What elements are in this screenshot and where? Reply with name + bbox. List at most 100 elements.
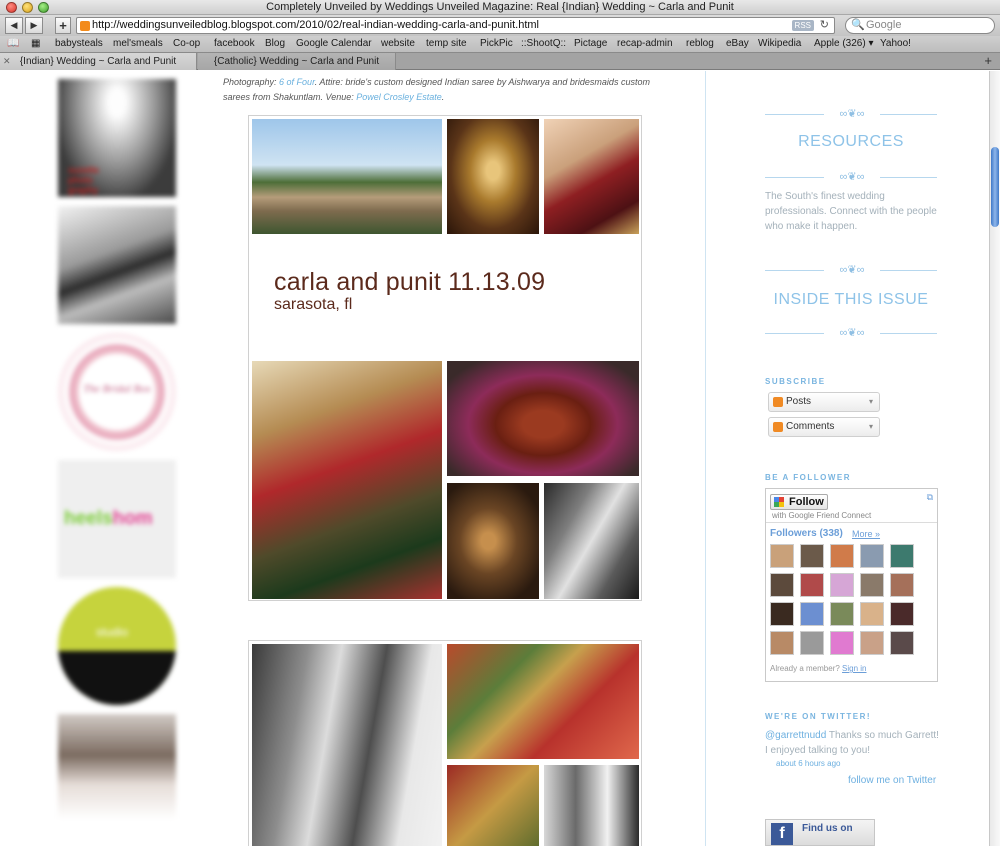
comments-label: Comments [786, 421, 835, 432]
avatar[interactable] [890, 631, 914, 655]
back-button[interactable]: ◀ [5, 17, 23, 34]
avatar[interactable] [860, 631, 884, 655]
couple-portrait-photo [252, 361, 442, 599]
bookmark-item[interactable]: ::ShootQ:: [521, 36, 566, 52]
add-bookmark-button[interactable]: + [55, 17, 71, 34]
venue-link[interactable]: Powel Crosley Estate [356, 92, 442, 102]
toolbar: ◀ ▶ + http://weddingsunveiledblog.blogsp… [0, 15, 1000, 36]
avatar[interactable] [890, 544, 914, 568]
minimize-window-button[interactable] [22, 2, 33, 13]
facebook-badge[interactable]: f Find us on [765, 819, 875, 846]
avatar[interactable] [770, 544, 794, 568]
avatar[interactable] [860, 544, 884, 568]
posts-feed-button[interactable]: Posts ▾ [768, 392, 880, 412]
address-bar[interactable]: http://weddingsunveiledblog.blogspot.com… [76, 17, 835, 34]
posts-label: Posts [786, 396, 812, 407]
bookmark-item[interactable]: babysteals [55, 36, 103, 52]
bookmark-item[interactable]: eBay [726, 36, 749, 52]
sponsor-band [58, 651, 176, 705]
sponsor-text: studio [96, 625, 129, 639]
wedding-location: sarasota, fl [274, 296, 353, 313]
grid-icon[interactable]: ▦ [31, 36, 40, 52]
avatar[interactable] [890, 602, 914, 626]
avatar[interactable] [830, 544, 854, 568]
sponsor-photography-ad[interactable]: suzette photo graphy [58, 79, 176, 197]
subscribe-heading: SUBSCRIBE [765, 377, 826, 386]
rss-feed-icon [773, 397, 783, 407]
bookmark-item[interactable]: Blog [265, 36, 285, 52]
window-bw-photo [544, 765, 639, 846]
bookmark-item[interactable]: Yahoo! [880, 36, 911, 52]
avatar[interactable] [830, 602, 854, 626]
avatar[interactable] [770, 573, 794, 597]
bookmark-item[interactable]: reblog [686, 36, 714, 52]
avatar[interactable] [860, 602, 884, 626]
title-bar: Completely Unveiled by Weddings Unveiled… [0, 0, 1000, 15]
ornament-divider: ∞❦∞ [765, 109, 937, 121]
member-signin: Already a member? Sign in [770, 664, 867, 673]
tab-bar: ✕ {Indian} Wedding ~ Carla and Punit {Ca… [0, 52, 1000, 70]
bookmark-item[interactable]: facebook [214, 36, 255, 52]
avatar[interactable] [770, 631, 794, 655]
inside-issue-heading[interactable]: INSIDE THIS ISSUE [765, 291, 937, 309]
sponsor-bridal-ad[interactable] [58, 714, 176, 832]
resources-heading[interactable]: RESOURCES [765, 133, 937, 151]
sponsor-heels-ad[interactable]: heelshom [58, 460, 176, 578]
resources-description: The South's finest wedding professionals… [765, 191, 937, 232]
vertical-scrollbar[interactable] [989, 71, 1000, 846]
bookmark-item[interactable]: Pictage [574, 36, 607, 52]
bride-bw-photo [252, 644, 442, 846]
avatar[interactable] [800, 602, 824, 626]
bookmark-item[interactable]: website [381, 36, 415, 52]
close-tab-icon[interactable]: ✕ [3, 53, 11, 70]
bookmark-item[interactable]: Google Calendar [296, 36, 372, 52]
external-link-icon[interactable]: ⧉ [927, 492, 933, 503]
avatar[interactable] [890, 573, 914, 597]
bookmark-item[interactable]: temp site [426, 36, 467, 52]
gfc-header: Follow with Google Friend Connect ⧉ [766, 489, 937, 523]
swirl-icon: ∞❦∞ [824, 172, 880, 183]
more-followers-link[interactable]: More » [852, 529, 880, 539]
tweet-user-link[interactable]: @garrettnudd [765, 730, 826, 741]
facebook-label: Find us on [802, 823, 853, 834]
avatar[interactable] [830, 573, 854, 597]
zoom-window-button[interactable] [38, 2, 49, 13]
bookmark-item[interactable]: recap-admin [617, 36, 673, 52]
tab-catholic-wedding[interactable]: {Catholic} Wedding ~ Carla and Punit [198, 53, 396, 70]
photographer-link[interactable]: 6 of Four [279, 77, 315, 87]
tweet-time-link[interactable]: about 6 hours ago [776, 759, 841, 768]
bookmarks-bar: 📖 ▦ babysteals mel'smeals Co-op facebook… [0, 36, 1000, 52]
avatar[interactable] [770, 602, 794, 626]
close-window-button[interactable] [6, 2, 17, 13]
reload-icon[interactable]: ↻ [820, 18, 829, 33]
page-content: suzette photo graphy The Bridal Box heel… [0, 71, 989, 846]
bookmark-item[interactable]: Apple (326) ▾ [814, 36, 874, 52]
forward-button[interactable]: ▶ [25, 17, 43, 34]
bookmark-item[interactable]: Co-op [173, 36, 200, 52]
bride-portrait-photo [447, 483, 539, 599]
new-tab-button[interactable]: + [984, 53, 992, 69]
caption-text: . [441, 92, 445, 102]
avatar[interactable] [830, 631, 854, 655]
bookmark-item[interactable]: PickPic [480, 36, 513, 52]
rss-icon[interactable]: RSS [791, 20, 814, 31]
twitter-follow-link[interactable]: follow me on Twitter [848, 775, 936, 786]
avatar[interactable] [860, 573, 884, 597]
sponsor-studio-ad[interactable]: studio [58, 587, 176, 705]
bookmark-item[interactable]: Wikipedia [758, 36, 801, 52]
search-field[interactable]: 🔍 Google [845, 17, 995, 34]
latest-tweet: @garrettnudd Thanks so much Garrett! I e… [765, 728, 940, 758]
sponsor-bridal-box-ad[interactable]: The Bridal Box [58, 333, 176, 451]
avatar[interactable] [800, 631, 824, 655]
comments-feed-button[interactable]: Comments ▾ [768, 417, 880, 437]
sign-in-link[interactable]: Sign in [842, 664, 866, 673]
reader-icon[interactable]: 📖 [7, 36, 19, 52]
follow-button[interactable]: Follow [770, 494, 828, 510]
bookmark-item[interactable]: mel'smeals [113, 36, 163, 52]
scrollbar-thumb[interactable] [991, 147, 999, 227]
sponsor-photo-ad[interactable] [58, 206, 176, 324]
browser-window: Completely Unveiled by Weddings Unveiled… [0, 0, 1000, 846]
avatar[interactable] [800, 573, 824, 597]
avatar[interactable] [800, 544, 824, 568]
tab-indian-wedding[interactable]: ✕ {Indian} Wedding ~ Carla and Punit [0, 53, 197, 70]
